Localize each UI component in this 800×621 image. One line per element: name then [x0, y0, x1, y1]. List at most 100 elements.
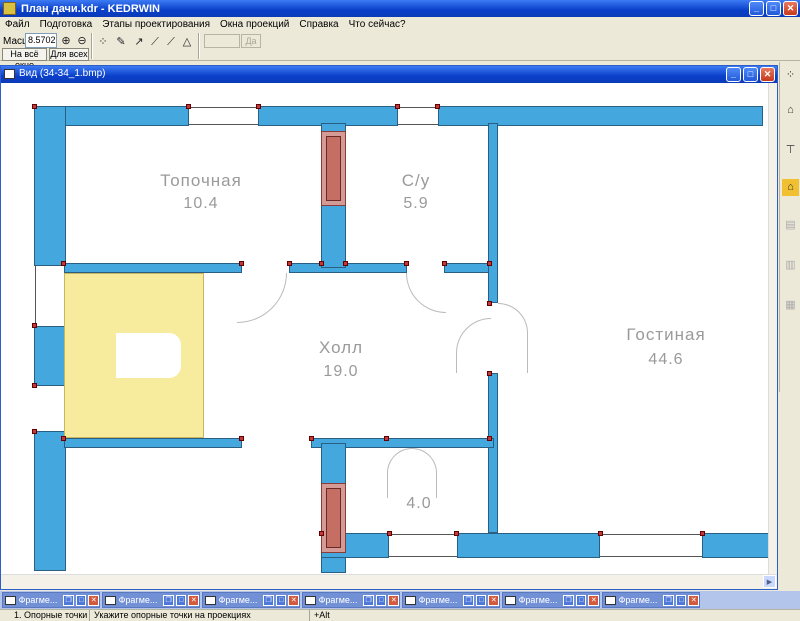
reference-point[interactable] [256, 104, 261, 109]
restore-icon[interactable]: ❐ [463, 594, 474, 606]
points-icon[interactable]: ⁘ [95, 34, 111, 50]
section-icon[interactable]: ⊤ [782, 142, 799, 159]
fragment-window[interactable]: Фрагме... ❐ □ ✕ [2, 592, 100, 608]
reference-point[interactable] [319, 531, 324, 536]
zoom-out-icon[interactable]: ⊖ [74, 33, 90, 49]
chimney[interactable] [321, 483, 346, 553]
reference-point[interactable] [487, 436, 492, 441]
reference-point[interactable] [319, 261, 324, 266]
wall[interactable] [289, 263, 407, 273]
reference-point[interactable] [287, 261, 292, 266]
reference-point[interactable] [32, 104, 37, 109]
restore-icon[interactable]: ❐ [363, 594, 374, 606]
fragment-window[interactable]: Фрагме... ❐ □ ✕ [502, 592, 600, 608]
reference-point[interactable] [395, 104, 400, 109]
reference-point[interactable] [61, 436, 66, 441]
reference-point[interactable] [598, 531, 603, 536]
reference-point[interactable] [487, 261, 492, 266]
restore-icon[interactable]: ❐ [663, 594, 674, 606]
reference-point[interactable] [487, 301, 492, 306]
view-maximize-button[interactable]: □ [743, 67, 758, 82]
close-icon[interactable]: ✕ [488, 594, 500, 606]
maximize-icon[interactable]: □ [675, 594, 687, 606]
menu-help[interactable]: Справка [294, 19, 343, 30]
wall[interactable] [702, 533, 769, 558]
wall[interactable] [488, 373, 498, 533]
wall[interactable] [34, 326, 66, 386]
reference-point[interactable] [32, 429, 37, 434]
maximize-icon[interactable]: □ [475, 594, 487, 606]
reference-point[interactable] [435, 104, 440, 109]
reference-point[interactable] [404, 261, 409, 266]
elevation-icon[interactable]: ⌂ [782, 102, 799, 119]
fit-window-button[interactable]: На всё окно [2, 48, 47, 70]
fragment-window[interactable]: Фрагме... ❐ □ ✕ [302, 592, 400, 608]
close-icon[interactable]: ✕ [88, 594, 100, 606]
view-close-button[interactable]: ✕ [760, 67, 775, 82]
triangle-icon[interactable]: △ [179, 34, 195, 50]
menu-projection-windows[interactable]: Окна проекций [215, 19, 294, 30]
house-icon[interactable]: ⌂ [782, 179, 799, 196]
reference-point[interactable] [61, 261, 66, 266]
reference-point[interactable] [454, 531, 459, 536]
close-icon[interactable]: ✕ [588, 594, 600, 606]
points-icon[interactable]: ⁘ [782, 67, 799, 84]
reference-point[interactable] [309, 436, 314, 441]
tool-c-icon[interactable]: ⟋ [163, 34, 179, 50]
fragment-window[interactable]: Фрагме... ❐ □ ✕ [602, 592, 700, 608]
tool-a-icon[interactable]: ↗ [131, 34, 147, 50]
menu-preparation[interactable]: Подготовка [35, 19, 98, 30]
reference-point[interactable] [32, 323, 37, 328]
wall[interactable] [488, 123, 498, 303]
restore-icon[interactable]: ❐ [263, 594, 274, 606]
restore-icon[interactable]: ❐ [163, 594, 174, 606]
reference-point[interactable] [186, 104, 191, 109]
close-icon[interactable]: ✕ [688, 594, 700, 606]
reference-points-icon[interactable]: ✎ [113, 34, 129, 50]
wall[interactable] [457, 533, 600, 558]
maximize-icon[interactable]: □ [75, 594, 87, 606]
menu-whats-now[interactable]: Что сейчас? [344, 19, 411, 30]
tool-b-icon[interactable]: ⟋ [147, 34, 163, 50]
vertical-scrollbar[interactable] [768, 83, 777, 574]
chimney[interactable] [321, 131, 346, 206]
reference-point[interactable] [239, 261, 244, 266]
maximize-icon[interactable]: □ [375, 594, 387, 606]
close-button[interactable]: ✕ [783, 1, 798, 16]
minimize-button[interactable]: _ [749, 1, 764, 16]
menu-file[interactable]: Файл [0, 19, 35, 30]
ok-button[interactable]: Да [241, 34, 261, 48]
reference-point[interactable] [32, 383, 37, 388]
horizontal-scrollbar[interactable]: ▶ [1, 574, 777, 589]
fragment-window[interactable]: Фрагме... ❐ □ ✕ [102, 592, 200, 608]
maximize-icon[interactable]: □ [175, 594, 187, 606]
wall[interactable] [64, 438, 242, 448]
close-icon[interactable]: ✕ [288, 594, 300, 606]
fragment-window[interactable]: Фрагме... ❐ □ ✕ [202, 592, 300, 608]
close-icon[interactable]: ✕ [388, 594, 400, 606]
fragment-window[interactable]: Фрагме... ❐ □ ✕ [402, 592, 500, 608]
restore-icon[interactable]: ❐ [63, 594, 74, 606]
close-icon[interactable]: ✕ [188, 594, 200, 606]
wall[interactable] [34, 106, 66, 266]
reference-point[interactable] [487, 371, 492, 376]
menu-design-stages[interactable]: Этапы проектирования [97, 19, 215, 30]
reference-point[interactable] [384, 436, 389, 441]
maximize-icon[interactable]: □ [275, 594, 287, 606]
zoom-in-icon[interactable]: ⊕ [58, 33, 74, 49]
reference-point[interactable] [343, 261, 348, 266]
reference-point[interactable] [442, 261, 447, 266]
reference-point[interactable] [239, 436, 244, 441]
maximize-button[interactable]: □ [766, 1, 781, 16]
wall[interactable] [34, 431, 66, 571]
restore-icon[interactable]: ❐ [563, 594, 574, 606]
reference-point[interactable] [700, 531, 705, 536]
wall[interactable] [64, 263, 242, 273]
scale-input[interactable]: 8.5702 [25, 33, 57, 48]
scroll-right-icon[interactable]: ▶ [763, 575, 776, 588]
maximize-icon[interactable]: □ [575, 594, 587, 606]
fit-all-button[interactable]: Для всех [49, 48, 89, 61]
wall[interactable] [438, 106, 763, 126]
reference-point[interactable] [387, 531, 392, 536]
view-minimize-button[interactable]: _ [726, 67, 741, 82]
